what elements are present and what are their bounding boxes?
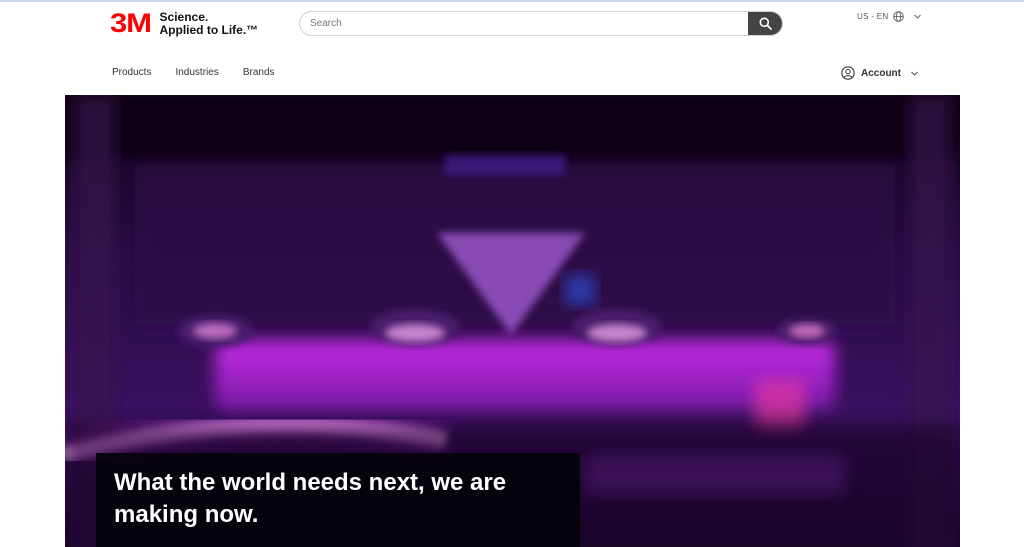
logo-tagline: Science. Applied to Life.™ bbox=[159, 9, 259, 37]
tagline-line1: Science. bbox=[159, 9, 209, 24]
chevron-down-icon bbox=[914, 14, 922, 19]
nav-item-brands[interactable]: Brands bbox=[243, 67, 275, 78]
account-menu[interactable]: Account bbox=[841, 66, 919, 80]
search-bar bbox=[299, 11, 783, 36]
search-input[interactable] bbox=[300, 12, 748, 35]
search-button[interactable] bbox=[748, 12, 782, 35]
account-label: Account bbox=[861, 67, 901, 79]
locale-label: US - EN bbox=[857, 12, 889, 21]
hero-headline-card: What the world needs next, we are making… bbox=[96, 453, 580, 547]
tagline-line2: Applied to Life.™ bbox=[159, 22, 259, 37]
globe-icon bbox=[893, 11, 905, 22]
user-circle-icon bbox=[841, 66, 855, 80]
chevron-down-icon bbox=[911, 71, 918, 76]
window-top-border bbox=[0, 0, 1024, 2]
hero-banner: What the world needs next, we are making… bbox=[65, 95, 960, 547]
3m-logo[interactable]: 3M Science. Applied to Life.™ bbox=[110, 10, 258, 37]
nav-item-industries[interactable]: Industries bbox=[175, 67, 218, 78]
hero-headline: What the world needs next, we are making… bbox=[114, 469, 507, 528]
locale-selector[interactable]: US - EN bbox=[857, 11, 922, 22]
nav-item-products[interactable]: Products bbox=[112, 67, 151, 78]
logo-mark: 3M bbox=[110, 8, 152, 38]
search-icon bbox=[759, 17, 772, 30]
main-nav: Products Industries Brands bbox=[112, 67, 275, 78]
